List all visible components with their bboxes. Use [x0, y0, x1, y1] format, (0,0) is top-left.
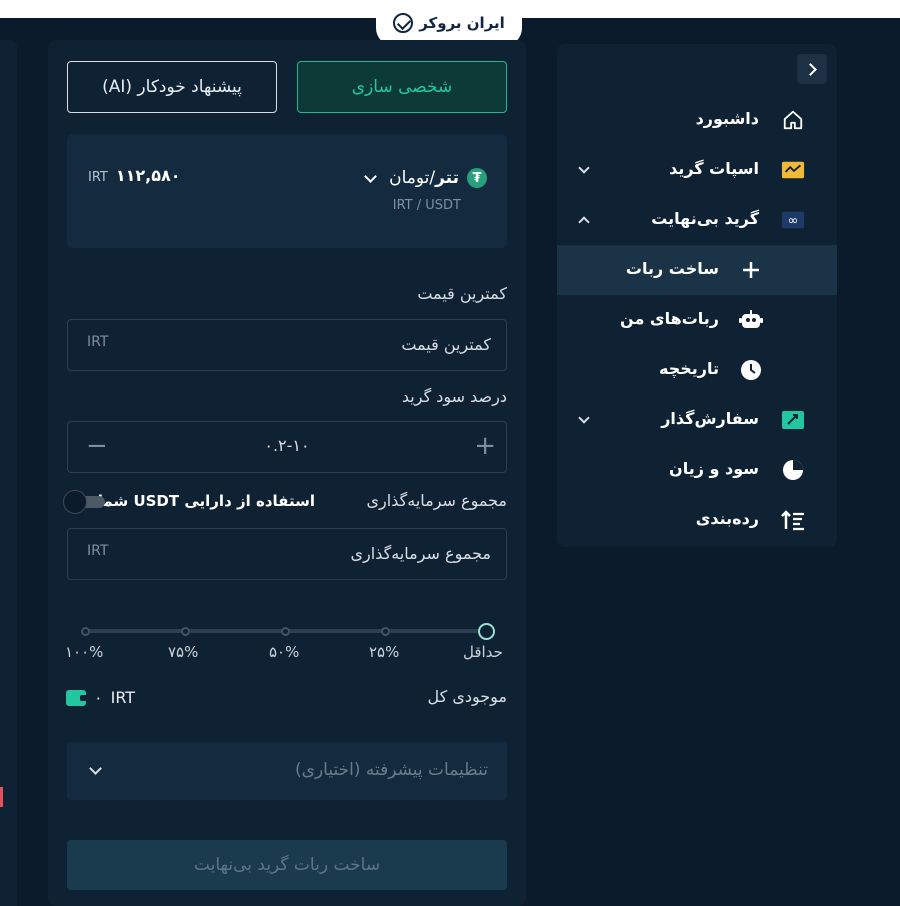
balance-label: موجودی کل: [427, 687, 507, 706]
sidebar-item-profit-loss[interactable]: سود و زیان: [557, 445, 837, 495]
use-usdt-label: استفاده از دارایی USDT شما: [97, 492, 315, 510]
alert-marker: [0, 787, 3, 807]
min-price-field[interactable]: کمترین قیمت IRT: [67, 319, 507, 371]
slider-handle[interactable]: [478, 623, 495, 640]
wallet-icon: [66, 689, 87, 706]
slider-stop-75[interactable]: [181, 627, 190, 636]
min-price-unit: IRT: [87, 334, 109, 350]
chevron-up-icon[interactable]: [578, 216, 590, 228]
sidebar: داشبورد اسپات گرید ∞ گرید بی‌نهایت ساخت …: [557, 44, 837, 547]
pie-chart-icon: [781, 458, 805, 482]
sidebar-item-label: داشبورد: [695, 109, 759, 128]
order-icon: [781, 408, 805, 432]
balance-value: ۰ IRT: [66, 688, 135, 707]
pair-quote: /تومان: [389, 168, 436, 188]
brand-name: ایران بروکر: [419, 14, 505, 32]
sidebar-item-create-bot[interactable]: ساخت ربات: [557, 245, 837, 295]
price-value: ۱۱۲,۵۸۰: [115, 166, 181, 185]
brand-logo-icon: [393, 13, 414, 33]
tab-customize[interactable]: شخصی سازی: [297, 61, 507, 113]
sidebar-item-label: سود و زیان: [669, 459, 759, 478]
slider-ticks: ۱۰۰% ۷۵% ۵۰% ۲۵% حداقل: [61, 643, 513, 663]
grid-profit-value: ۰.۲-۱۰: [264, 436, 310, 455]
advanced-settings-toggle[interactable]: تنظیمات پیشرفته (اختیاری): [67, 742, 507, 800]
pair-selector[interactable]: ₮ تتر/تومان: [364, 168, 487, 188]
balance-amount: ۰: [94, 688, 103, 707]
chevron-down-icon: [89, 762, 102, 775]
slider-tick-label: ۱۰۰%: [65, 643, 104, 661]
min-price-placeholder: کمترین قیمت: [401, 335, 491, 354]
mode-tabs: شخصی سازی پیشنهاد خودکار (AI): [67, 61, 507, 113]
chevron-down-icon: [364, 169, 377, 183]
slider-stop-100[interactable]: [81, 627, 90, 636]
left-panel-edge: [0, 40, 17, 906]
pair-symbol: IRT / USDT: [392, 198, 461, 213]
sidebar-item-my-bots[interactable]: ربات‌های من: [557, 295, 837, 345]
sidebar-item-history[interactable]: تاریخچه: [557, 345, 837, 395]
investment-slider[interactable]: [81, 623, 495, 644]
sidebar-item-spot-grid[interactable]: اسپات گرید: [557, 145, 837, 195]
slider-tick-label: ۲۵%: [369, 643, 400, 661]
infinity-icon: ∞: [781, 208, 805, 232]
slider-tick-label: حداقل: [463, 643, 503, 661]
sidebar-item-ranking[interactable]: رده‌بندی: [557, 495, 837, 545]
svg-text:∞: ∞: [788, 214, 799, 229]
pair-coin: تتر: [435, 168, 459, 188]
chevron-down-icon[interactable]: [578, 412, 590, 424]
tether-icon: ₮: [467, 168, 487, 188]
sidebar-item-label: گرید بی‌نهایت: [651, 209, 759, 228]
chevron-down-icon[interactable]: [578, 162, 590, 174]
pair-price: IRT ۱۱۲,۵۸۰: [88, 166, 181, 185]
spot-grid-icon: [781, 158, 805, 182]
sidebar-item-label: اسپات گرید: [669, 159, 759, 178]
sidebar-collapse-button[interactable]: [797, 54, 827, 84]
minus-icon[interactable]: −: [86, 430, 108, 462]
pair-card: ₮ تتر/تومان IRT / USDT IRT ۱۱۲,۵۸۰: [67, 134, 507, 248]
sidebar-item-order-placer[interactable]: سفارش‌گذار: [557, 395, 837, 445]
use-usdt-toggle[interactable]: [63, 490, 105, 514]
grid-profit-label: درصد سود گرید: [401, 387, 507, 406]
investment-label: مجموع سرمایه‌گذاری: [366, 491, 507, 510]
investment-placeholder: مجموع سرمایه‌گذاری: [350, 544, 491, 563]
sidebar-item-label: تاریخچه: [659, 359, 719, 378]
bot-form-panel: شخصی سازی پیشنهاد خودکار (AI) ₮ تتر/توما…: [48, 40, 526, 906]
create-bot-button[interactable]: ساخت ربات گرید بی‌نهایت: [67, 840, 507, 890]
sidebar-item-infinity-grid[interactable]: ∞ گرید بی‌نهایت: [557, 195, 837, 245]
slider-stop-25[interactable]: [381, 627, 390, 636]
clock-icon: [739, 358, 763, 382]
robot-icon: [739, 308, 763, 332]
sidebar-item-label: ربات‌های من: [620, 309, 719, 328]
sidebar-item-label: رده‌بندی: [695, 509, 759, 528]
slider-stop-50[interactable]: [281, 627, 290, 636]
chevron-right-icon: [803, 62, 817, 76]
toggle-knob: [63, 490, 87, 514]
sidebar-item-label: ساخت ربات: [625, 259, 719, 278]
balance-unit: IRT: [110, 688, 136, 707]
use-usdt-row: استفاده از دارایی USDT شما: [63, 488, 315, 514]
grid-profit-stepper[interactable]: + ۰.۲-۱۰ −: [67, 421, 507, 473]
price-unit: IRT: [88, 170, 108, 185]
investment-field[interactable]: مجموع سرمایه‌گذاری IRT: [67, 528, 507, 580]
slider-tick-label: ۵۰%: [269, 643, 300, 661]
plus-icon: [739, 258, 763, 282]
pair-name: تتر/تومان: [389, 168, 459, 188]
sidebar-item-label: سفارش‌گذار: [661, 409, 759, 428]
min-price-label: کمترین قیمت: [417, 284, 507, 303]
slider-tick-label: ۷۵%: [168, 643, 199, 661]
investment-unit: IRT: [87, 543, 109, 559]
advanced-settings-label: تنظیمات پیشرفته (اختیاری): [295, 760, 488, 780]
home-icon: [781, 108, 805, 132]
tab-ai-suggest[interactable]: پیشنهاد خودکار (AI): [67, 61, 277, 113]
sidebar-item-dashboard[interactable]: داشبورد: [557, 95, 837, 145]
ranking-icon: [781, 508, 805, 532]
